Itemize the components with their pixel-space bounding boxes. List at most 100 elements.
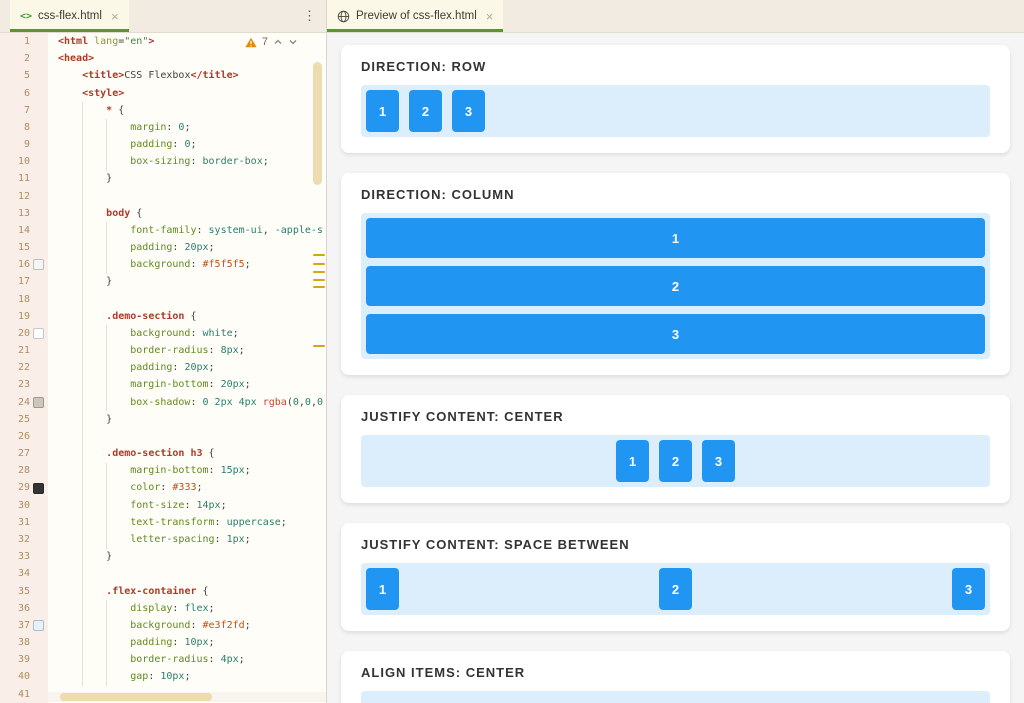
code-line[interactable]: 10 box-sizing: border-box; xyxy=(0,153,326,171)
color-swatch xyxy=(33,482,44,494)
next-diagnostic-icon[interactable] xyxy=(288,37,298,47)
tab-preview[interactable]: Preview of css-flex.html × xyxy=(327,0,504,32)
demo-card: DIRECTION: ROW 1 2 3 xyxy=(341,45,1010,153)
gutter: 18 xyxy=(0,290,48,308)
gutter: 11 xyxy=(0,170,48,188)
line-number: 31 xyxy=(17,516,30,528)
code-line[interactable]: 11 } xyxy=(0,170,326,188)
section-title: JUSTIFY CONTENT: SPACE BETWEEN xyxy=(361,537,630,552)
code-line[interactable]: 37 background: #e3f2fd; xyxy=(0,616,326,635)
gutter: 19 xyxy=(0,307,48,325)
line-number: 19 xyxy=(17,310,30,322)
line-number: 6 xyxy=(23,87,30,99)
flex-item: 3 xyxy=(366,314,985,354)
code-text: font-family: system-ui, -apple-s xyxy=(130,224,323,236)
code-line[interactable]: 30 font-size: 14px; xyxy=(0,496,326,514)
code-line[interactable]: 38 padding: 10px; xyxy=(0,634,326,652)
code-line[interactable]: 21 border-radius: 8px; xyxy=(0,342,326,360)
code-line[interactable]: 8 margin: 0; xyxy=(0,118,326,137)
line-number: 26 xyxy=(17,430,30,442)
line-number: 30 xyxy=(17,499,30,511)
code-line[interactable]: 31 text-transform: uppercase; xyxy=(0,513,326,531)
color-swatch xyxy=(33,619,44,631)
scrollbar-diagnostic-mark xyxy=(313,254,325,256)
prev-diagnostic-icon[interactable] xyxy=(273,37,283,47)
line-number: 41 xyxy=(17,688,30,700)
code-line[interactable]: 16 background: #f5f5f5; xyxy=(0,256,326,274)
code-line[interactable]: 34 xyxy=(0,565,326,583)
code-line[interactable]: 23 margin-bottom: 20px; xyxy=(0,376,326,394)
code-line[interactable]: 36 display: flex; xyxy=(0,599,326,617)
code-line[interactable]: 19 .demo-section { xyxy=(0,307,326,325)
code-line[interactable]: 14 font-family: system-ui, -apple-s xyxy=(0,221,326,240)
scrollbar-diagnostic-mark xyxy=(313,279,325,281)
code-line[interactable]: 26 xyxy=(0,427,326,446)
editor-pane: <> css-flex.html × ⋮ 1 <html lang="en"> 2 <… xyxy=(0,0,327,703)
gutter: 1 xyxy=(0,33,48,51)
code-line[interactable]: 35 .flex-container { xyxy=(0,582,326,600)
code-text: * { xyxy=(106,104,125,116)
code-line[interactable]: 39 border-radius: 4px; xyxy=(0,651,326,669)
flex-item: 1 xyxy=(366,568,399,610)
diagnostics-summary[interactable]: 7 xyxy=(245,36,298,48)
code-line[interactable]: 2 <head> xyxy=(0,50,326,68)
warning-count: 7 xyxy=(261,36,268,48)
gutter: 8 xyxy=(0,118,48,137)
code-line[interactable]: 18 xyxy=(0,290,326,308)
code-line[interactable]: 27 .demo-section h3 { xyxy=(0,445,326,463)
indent-guide xyxy=(106,119,107,171)
horizontal-scrollbar-thumb[interactable] xyxy=(60,693,212,701)
line-number: 29 xyxy=(17,482,30,494)
code-line[interactable]: 13 body { xyxy=(0,204,326,222)
editor-tab-bar: <> css-flex.html × ⋮ xyxy=(0,0,326,33)
line-number: 16 xyxy=(17,259,30,271)
code-line[interactable]: 22 padding: 20px; xyxy=(0,359,326,377)
vertical-scrollbar-thumb[interactable] xyxy=(313,62,322,185)
gutter: 35 xyxy=(0,582,48,600)
code-line[interactable]: 20 background: white; xyxy=(0,324,326,343)
overflow-menu-icon[interactable]: ⋮ xyxy=(303,8,316,24)
code-line[interactable]: 32 letter-spacing: 1px; xyxy=(0,530,326,549)
gutter: 14 xyxy=(0,221,48,240)
code-line[interactable]: 7 * { xyxy=(0,101,326,119)
code-line[interactable]: 33 } xyxy=(0,548,326,566)
code-line[interactable]: 40 gap: 10px; xyxy=(0,668,326,686)
code-line[interactable]: 17 } xyxy=(0,273,326,291)
close-icon[interactable]: × xyxy=(486,10,494,23)
close-icon[interactable]: × xyxy=(111,10,119,23)
preview-content[interactable]: DIRECTION: ROW 1 2 3 DIRECTION: COLUMN 1 2 3 JUS… xyxy=(327,33,1024,703)
section-title: ALIGN ITEMS: CENTER xyxy=(361,665,526,680)
code-line[interactable]: 15 padding: 20px; xyxy=(0,239,326,257)
line-number: 32 xyxy=(17,533,30,545)
gutter: 21 xyxy=(0,342,48,360)
code-line[interactable]: 28 margin-bottom: 15px; xyxy=(0,462,326,480)
flex-demo-container: 123 xyxy=(361,85,990,137)
flex-demo-container xyxy=(361,691,990,703)
line-number: 12 xyxy=(17,190,30,202)
code-editor[interactable]: 1 <html lang="en"> 2 <head> 5 <title>CSS Fle… xyxy=(0,33,326,703)
code-line[interactable]: 24 box-shadow: 0 2px 4px rgba(0,0,0 xyxy=(0,393,326,411)
flex-item: 1 xyxy=(366,218,985,258)
code-text: background: #e3f2fd; xyxy=(130,619,251,631)
line-number: 2 xyxy=(23,53,30,65)
line-number: 18 xyxy=(17,293,30,305)
flex-item: 3 xyxy=(452,90,485,132)
code-text: display: flex; xyxy=(130,602,215,614)
code-line[interactable]: 5 <title>CSS Flexbox</title> xyxy=(0,67,326,85)
code-line[interactable]: 29 color: #333; xyxy=(0,479,326,497)
code-text: background: #f5f5f5; xyxy=(130,259,251,271)
gutter: 22 xyxy=(0,359,48,377)
tab-css-flex-html[interactable]: <> css-flex.html × xyxy=(10,0,129,32)
code-text: padding: 20px; xyxy=(130,242,215,254)
code-line[interactable]: 6 <style> xyxy=(0,84,326,102)
code-line[interactable]: 12 xyxy=(0,187,326,205)
code-text: <head> xyxy=(58,53,95,65)
editor-tab-label: css-flex.html xyxy=(38,10,102,22)
code-text: margin-bottom: 20px; xyxy=(130,379,251,391)
indent-guide xyxy=(106,222,107,274)
code-file-icon: <> xyxy=(20,10,33,22)
line-number: 39 xyxy=(17,654,30,666)
code-line[interactable]: 9 padding: 0; xyxy=(0,136,326,154)
code-text: .demo-section { xyxy=(106,310,197,322)
code-line[interactable]: 25 } xyxy=(0,410,326,428)
